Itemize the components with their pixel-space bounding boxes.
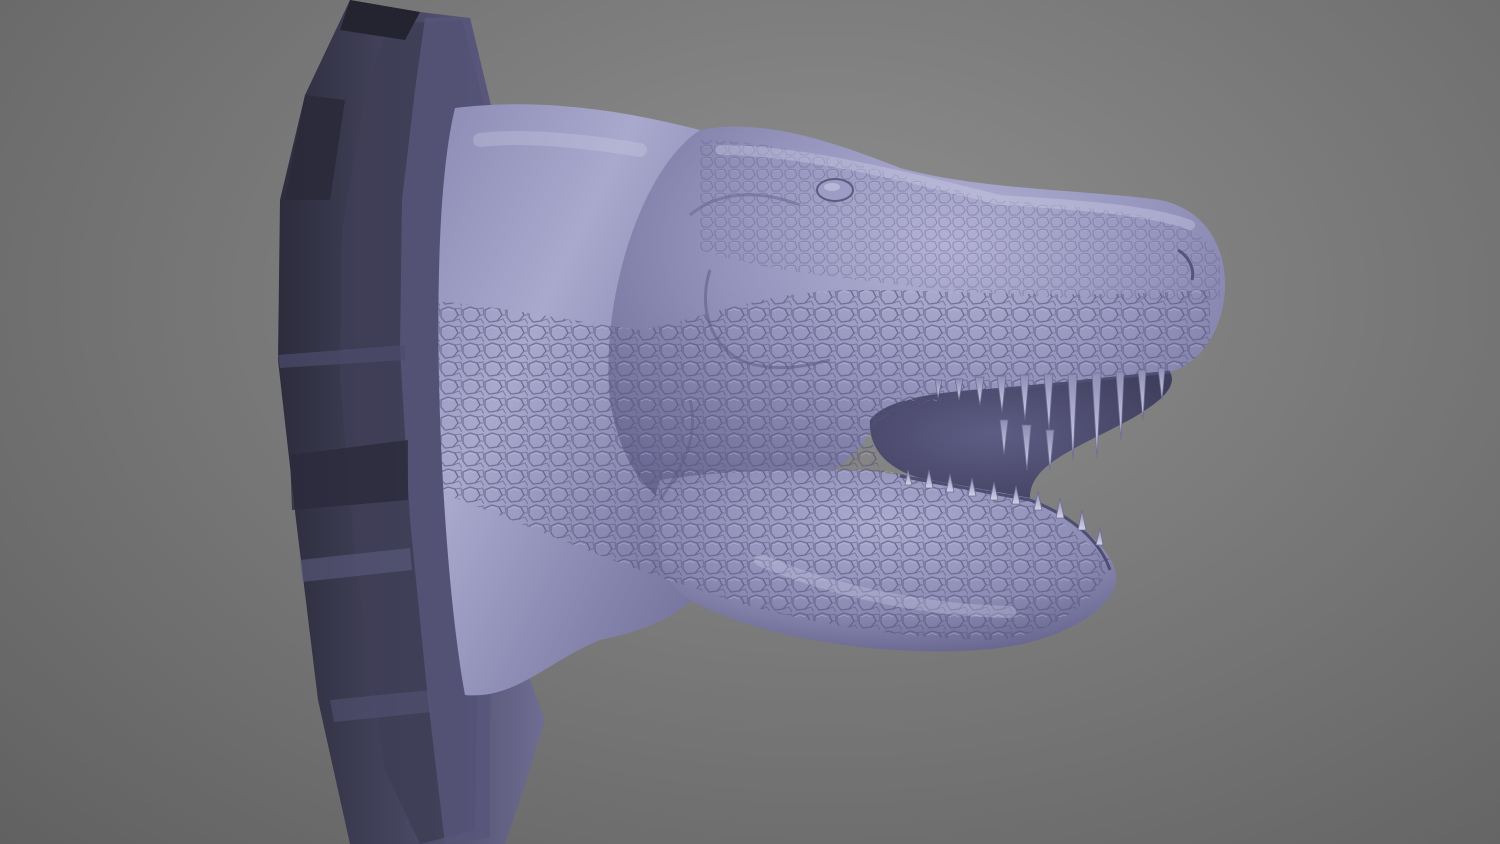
3d-viewport[interactable] xyxy=(0,0,1500,844)
sculpt-model-render[interactable] xyxy=(0,0,1500,844)
